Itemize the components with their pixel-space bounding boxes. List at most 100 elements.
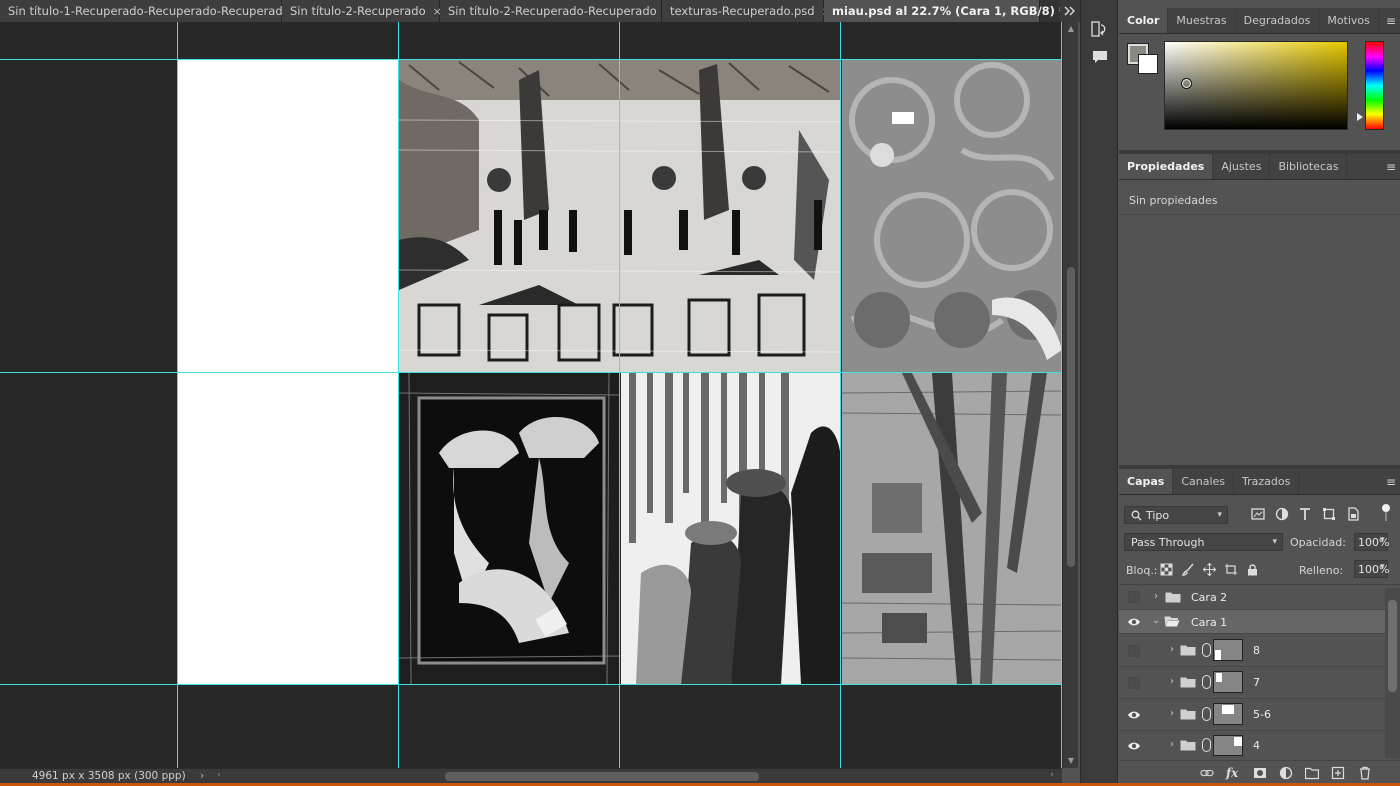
- layer-name[interactable]: 5-6: [1253, 708, 1271, 721]
- guide-line[interactable]: [0, 372, 1062, 373]
- delete-layer-icon[interactable]: [1358, 766, 1372, 780]
- tab-libraries[interactable]: Bibliotecas: [1270, 154, 1348, 179]
- lock-transparent-pixels-icon[interactable]: [1160, 563, 1173, 576]
- visibility-toggle-off[interactable]: [1128, 677, 1140, 689]
- visibility-toggle-off[interactable]: [1128, 645, 1140, 657]
- tab-layers[interactable]: Capas: [1119, 469, 1174, 494]
- scrollbar-thumb[interactable]: [445, 772, 759, 781]
- eye-icon[interactable]: [1127, 615, 1141, 629]
- hue-slider[interactable]: [1365, 41, 1384, 130]
- link-layers-icon[interactable]: [1200, 766, 1214, 780]
- tab-patterns[interactable]: Motivos: [1319, 8, 1379, 33]
- guide-line[interactable]: [840, 22, 841, 768]
- eye-icon[interactable]: [1127, 739, 1141, 753]
- guide-line[interactable]: [398, 22, 399, 768]
- tab-adjustments[interactable]: Ajustes: [1213, 154, 1271, 179]
- layer-row[interactable]: › 5-6: [1119, 699, 1385, 731]
- adjustment-layer-icon[interactable]: [1279, 766, 1293, 780]
- link-icon[interactable]: [1202, 643, 1211, 657]
- chevron-right-icon[interactable]: ›: [1170, 739, 1174, 750]
- brush-icon[interactable]: [1181, 563, 1195, 576]
- shape-filter-icon[interactable]: [1322, 507, 1336, 521]
- document-tab[interactable]: Sin título-2-Recuperado ×: [282, 0, 442, 22]
- tab-swatches[interactable]: Muestras: [1168, 8, 1236, 33]
- chevron-down-icon[interactable]: ▾: [1380, 562, 1385, 572]
- lock-icon[interactable]: [1246, 563, 1259, 576]
- document-tab[interactable]: Sin título-2-Recuperado-Recuperado ×: [440, 0, 673, 22]
- canvas-horizontal-scrollbar[interactable]: ‹ ›: [215, 770, 1060, 783]
- chevron-down-icon[interactable]: ⌄: [1152, 615, 1160, 626]
- eye-icon[interactable]: [1127, 708, 1141, 722]
- scrollbar-thumb[interactable]: [1388, 600, 1397, 692]
- fx-icon[interactable]: fx: [1226, 766, 1240, 780]
- new-layer-icon[interactable]: [1331, 766, 1345, 780]
- artboard-lock-icon[interactable]: [1224, 563, 1237, 576]
- layer-row[interactable]: › 7: [1119, 667, 1385, 699]
- tab-paths[interactable]: Trazados: [1234, 469, 1300, 494]
- tab-gradients[interactable]: Degradados: [1236, 8, 1320, 33]
- document-tab[interactable]: texturas-Recuperado.psd ×: [662, 0, 831, 22]
- document-tab[interactable]: Sin título-1-Recuperado-Recuperado-Recup…: [0, 0, 306, 22]
- panel-menu-icon[interactable]: ≡: [1386, 14, 1396, 28]
- adjustment-filter-icon[interactable]: [1275, 507, 1289, 521]
- type-filter-icon[interactable]: [1298, 507, 1312, 521]
- visibility-toggle-off[interactable]: [1128, 591, 1140, 603]
- guide-line[interactable]: [0, 59, 1062, 60]
- scroll-right-icon[interactable]: ›: [1050, 770, 1054, 780]
- chevron-right-icon[interactable]: ›: [1170, 676, 1174, 687]
- layer-row[interactable]: › 4: [1119, 731, 1385, 760]
- canvas-vertical-scrollbar[interactable]: ▲ ▼: [1062, 22, 1078, 768]
- hue-slider-marker[interactable]: [1357, 113, 1363, 121]
- chevron-right-icon[interactable]: ›: [1170, 644, 1174, 655]
- guide-line[interactable]: [0, 684, 1062, 685]
- scroll-up-icon[interactable]: ▲: [1063, 22, 1079, 36]
- status-menu-arrow[interactable]: ›: [200, 770, 214, 782]
- new-group-icon[interactable]: [1304, 766, 1320, 780]
- scroll-left-icon[interactable]: ‹: [217, 770, 221, 780]
- blend-mode-select[interactable]: Pass Through ▾: [1124, 533, 1283, 551]
- image-filter-icon[interactable]: [1251, 507, 1265, 521]
- document-tab-active[interactable]: miau.psd al 22.7% (Cara 1, RGB/8) * ×: [824, 0, 1081, 22]
- chevron-right-icon[interactable]: ›: [1154, 591, 1158, 602]
- add-mask-icon[interactable]: [1253, 766, 1267, 780]
- layer-name[interactable]: Cara 1: [1191, 616, 1227, 629]
- layer-mask-thumbnail[interactable]: [1213, 671, 1243, 693]
- layer-name[interactable]: 4: [1253, 739, 1260, 752]
- link-icon[interactable]: [1202, 738, 1211, 752]
- layer-mask-thumbnail[interactable]: [1213, 735, 1243, 756]
- color-picker-field[interactable]: [1164, 41, 1348, 130]
- layer-name[interactable]: Cara 2: [1191, 591, 1227, 604]
- move-icon[interactable]: [1202, 562, 1217, 577]
- layer-name[interactable]: 8: [1253, 644, 1260, 657]
- layers-scrollbar[interactable]: [1385, 588, 1400, 758]
- tab-color[interactable]: Color: [1119, 8, 1169, 33]
- panel-menu-icon[interactable]: ≡: [1386, 475, 1396, 489]
- guide-line[interactable]: [177, 22, 178, 768]
- history-icon[interactable]: [1090, 20, 1110, 38]
- layer-row[interactable]: › 8: [1119, 634, 1385, 667]
- guide-line[interactable]: [619, 22, 620, 768]
- filter-toggle-switch[interactable]: [1380, 504, 1390, 522]
- smart-object-filter-icon[interactable]: [1346, 507, 1360, 521]
- tab-properties[interactable]: Propiedades: [1119, 154, 1214, 179]
- link-icon[interactable]: [1202, 707, 1211, 721]
- chevron-right-icon[interactable]: ›: [1170, 708, 1174, 719]
- tab-channels[interactable]: Canales: [1173, 469, 1235, 494]
- layer-mask-thumbnail[interactable]: [1213, 703, 1243, 725]
- layer-row-selected[interactable]: ⌄ Cara 1: [1119, 610, 1385, 634]
- search-icon: [1131, 510, 1142, 520]
- layer-filter-select[interactable]: Tipo ▾: [1124, 506, 1228, 524]
- link-icon[interactable]: [1202, 675, 1211, 689]
- document-canvas[interactable]: [0, 22, 1062, 768]
- comment-icon[interactable]: [1090, 48, 1110, 66]
- panel-menu-icon[interactable]: ≡: [1386, 160, 1396, 174]
- layer-name[interactable]: 7: [1253, 676, 1260, 689]
- chevron-down-icon[interactable]: ▾: [1380, 535, 1385, 545]
- double-chevron-right-icon[interactable]: [1060, 0, 1080, 22]
- background-color-swatch[interactable]: [1138, 54, 1158, 74]
- scroll-down-icon[interactable]: ▼: [1063, 754, 1079, 768]
- scrollbar-thumb[interactable]: [1067, 267, 1075, 567]
- layer-mask-thumbnail[interactable]: [1213, 639, 1243, 661]
- color-picker-handle[interactable]: [1181, 78, 1192, 89]
- layer-row[interactable]: › Cara 2: [1119, 585, 1385, 610]
